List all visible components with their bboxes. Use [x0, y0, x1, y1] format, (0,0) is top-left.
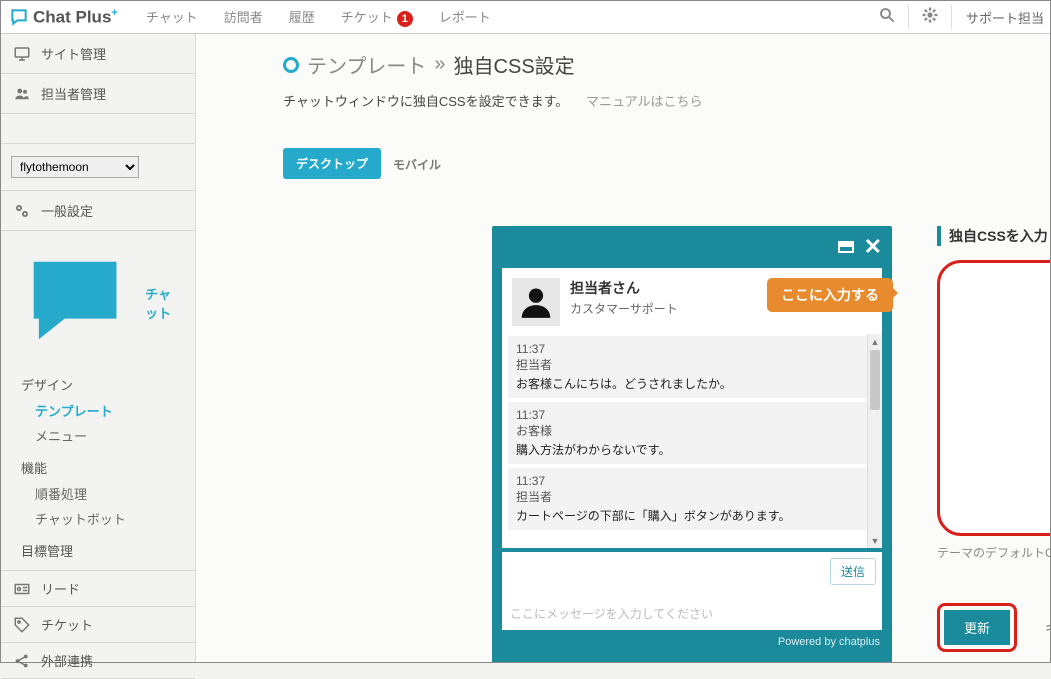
chat-preview-header: ✕ [492, 226, 892, 268]
show-default-css-link[interactable]: テーマのデフォルトCSSを表示。 [937, 544, 1050, 561]
manual-link[interactable]: マニュアルはこちら [586, 94, 703, 109]
share-icon [13, 652, 31, 670]
sidebar-label: リード [41, 579, 80, 598]
sidebar-template[interactable]: テンプレート [21, 398, 195, 423]
sidebar-general[interactable]: 一般設定 [1, 191, 195, 231]
ticket-badge: 1 [397, 11, 413, 27]
chat-input-placeholder: ここにメッセージを入力してください [510, 605, 874, 622]
close-icon[interactable]: ✕ [864, 234, 882, 260]
send-button[interactable]: 送信 [830, 558, 876, 585]
users-icon [13, 85, 31, 103]
css-textarea[interactable] [937, 260, 1050, 536]
msg-time: 11:37 [516, 474, 868, 488]
sidebar-label: サイト管理 [41, 44, 106, 63]
nav-visitor[interactable]: 訪問者 [214, 1, 273, 33]
action-row: 更新 キャンセル [937, 603, 1050, 652]
nav-chat[interactable]: チャット [136, 1, 208, 33]
input-here-callout: ここに入力する [767, 278, 893, 312]
monitor-icon [13, 45, 31, 63]
gears-icon [13, 202, 31, 220]
sidebar-chat-sub: デザイン テンプレート メニュー 機能 順番処理 チャットボット 目標管理 [1, 371, 195, 570]
sidebar-bot[interactable]: チャットボット [21, 506, 195, 531]
update-button[interactable]: 更新 [944, 610, 1010, 645]
chat-message: 11:37 担当者 お客様こんにちは。どうされましたか。 [508, 336, 876, 398]
sidebar-site-mgmt[interactable]: サイト管理 [1, 34, 195, 74]
separator [951, 5, 952, 29]
sidebar-goal[interactable]: 目標管理 [21, 537, 195, 564]
sidebar: サイト管理 担当者管理 flytothemoon 一般設定 チャット デザイン … [1, 34, 196, 662]
msg-body: 購入方法がわからないです。 [516, 439, 868, 458]
operator-name: 担当者さん [570, 278, 678, 298]
message-list: 11:37 担当者 お客様こんにちは。どうされましたか。 11:37 お客様 購… [502, 334, 882, 548]
sidebar-external[interactable]: 外部連携 [1, 643, 195, 679]
top-nav: チャット 訪問者 履歴 チケット1 レポート [136, 1, 501, 33]
topbar: Chat Plus+ チャット 訪問者 履歴 チケット1 レポート サポート担当 [1, 1, 1050, 34]
sidebar-ticket[interactable]: チケット [1, 607, 195, 643]
sidebar-label: チャット [145, 284, 183, 322]
sidebar-feature[interactable]: 機能 [21, 454, 195, 481]
chat-input-area[interactable]: 送信 ここにメッセージを入力してください [502, 552, 882, 630]
logo[interactable]: Chat Plus+ [9, 7, 118, 28]
breadcrumb-separator: » [434, 53, 445, 76]
css-panel-title: 独自CSSを入力 [937, 226, 1050, 246]
update-highlight: 更新 [937, 603, 1017, 652]
scroll-thumb[interactable] [870, 350, 880, 410]
nav-ticket[interactable]: チケット1 [331, 1, 423, 33]
msg-sender: お客様 [516, 422, 868, 439]
main-panel: テンプレート » 独自CSS設定 チャットウィンドウに独自CSSを設定できます。… [196, 34, 1050, 662]
search-icon[interactable] [874, 6, 900, 29]
tab-mobile[interactable]: モバイル [381, 150, 453, 179]
gear-icon[interactable] [917, 6, 943, 29]
page-description: チャットウィンドウに独自CSSを設定できます。 マニュアルはこちら [197, 79, 1050, 110]
avatar [512, 278, 560, 326]
sidebar-agent-mgmt[interactable]: 担当者管理 [1, 74, 195, 114]
device-tabs: デスクトップ モバイル [283, 148, 1050, 179]
sidebar-label: 担当者管理 [41, 84, 106, 103]
nav-history[interactable]: 履歴 [279, 1, 325, 33]
tab-desktop[interactable]: デスクトップ [283, 148, 381, 179]
id-card-icon [13, 580, 31, 598]
breadcrumb-bullet-icon [283, 57, 299, 73]
msg-sender: 担当者 [516, 356, 868, 373]
breadcrumb-template[interactable]: テンプレート [307, 50, 426, 79]
sidebar-menu[interactable]: メニュー [21, 423, 195, 448]
topbar-right: サポート担当 [874, 5, 1050, 29]
msg-time: 11:37 [516, 342, 868, 356]
nav-report[interactable]: レポート [429, 1, 501, 33]
current-user[interactable]: サポート担当 [960, 8, 1050, 27]
cancel-link[interactable]: キャンセル [1045, 618, 1050, 637]
sidebar-chat[interactable]: チャット [1, 231, 195, 371]
css-panel: 独自CSSを入力 ここに入力する テーマのデフォルトCSSを表示。 更新 キャン… [937, 226, 1050, 652]
msg-body: カートページの下部に「購入」ボタンがあります。 [516, 505, 868, 524]
chat-message: 11:37 お客様 購入方法がわからないです。 [508, 402, 876, 464]
powered-by: Powered by chatplus [492, 630, 892, 648]
separator [908, 5, 909, 29]
sidebar-seq[interactable]: 順番処理 [21, 481, 195, 506]
sidebar-label: チケット [41, 615, 93, 634]
chat-message: 11:37 担当者 カートページの下部に「購入」ボタンがあります。 [508, 468, 876, 530]
msg-sender: 担当者 [516, 488, 868, 505]
logo-text: Chat Plus+ [33, 7, 118, 28]
sidebar-lead[interactable]: リード [1, 571, 195, 607]
msg-time: 11:37 [516, 408, 868, 422]
msg-body: お客様こんにちは。どうされましたか。 [516, 373, 868, 392]
site-select[interactable]: flytothemoon [11, 156, 139, 178]
sidebar-label: 外部連携 [41, 651, 93, 670]
person-icon [517, 283, 555, 321]
operator-role: カスタマーサポート [570, 298, 678, 317]
breadcrumb: テンプレート » 独自CSS設定 [197, 34, 1050, 79]
chat-bubble-icon [9, 7, 29, 27]
scrollbar[interactable]: ▲ ▼ [867, 334, 882, 548]
chat-icon [13, 241, 137, 365]
scroll-down-icon[interactable]: ▼ [868, 533, 882, 548]
sidebar-label: 一般設定 [41, 201, 93, 220]
minimize-icon[interactable] [838, 241, 854, 253]
tag-icon [13, 616, 31, 634]
sidebar-design[interactable]: デザイン [21, 371, 195, 398]
site-selector: flytothemoon [11, 156, 185, 178]
breadcrumb-current: 独自CSS設定 [454, 50, 575, 79]
scroll-up-icon[interactable]: ▲ [868, 334, 882, 349]
